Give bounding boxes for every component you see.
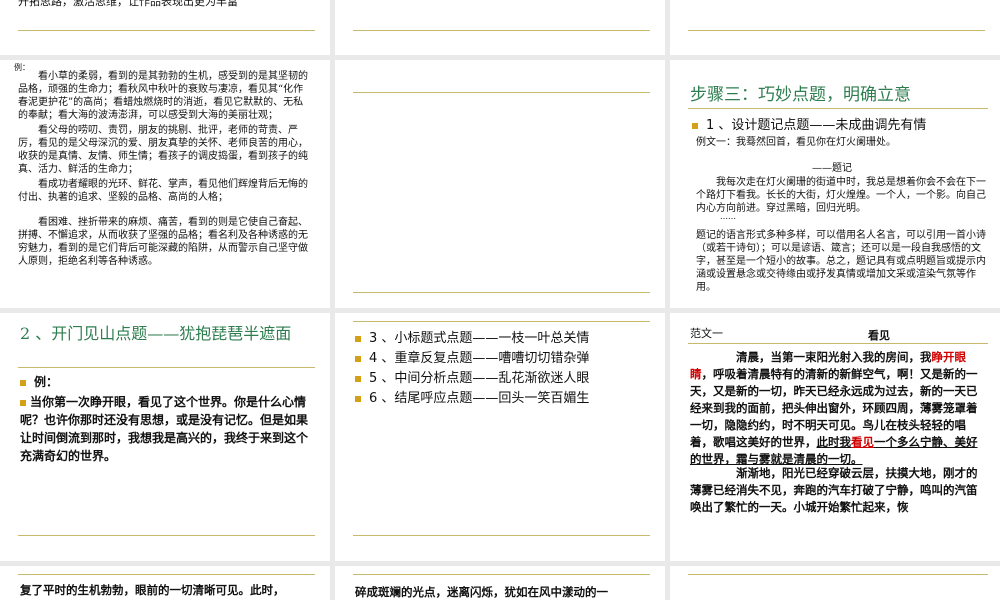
divider [353, 574, 650, 575]
slide-4-paragraph: 看小草的柔弱，看到的是其勃勃的生机，感受到的是其坚韧的品格，顽强的生命力；看秋风… [18, 71, 308, 121]
slide-thumbnail-4[interactable]: 例： 看小草的柔弱，看到的是其勃勃的生机，感受到的是其坚韧的品格，顽强的生命力；… [0, 60, 330, 308]
bullet-icon [20, 399, 26, 406]
divider [688, 574, 988, 575]
bullet-icon [355, 335, 361, 342]
bullet-icon [692, 122, 698, 129]
slide-6-tiji-label: ——题记 [812, 163, 852, 174]
slide-6-ellipsis: …… [720, 212, 736, 221]
slide-7-label: 例： [20, 373, 58, 390]
list-item-text: 5 、中间分析点题——乱花渐欲迷人眼 [369, 371, 590, 386]
list-item: 6 、结尾呼应点题——回头一笑百媚生 [355, 389, 589, 409]
text-run: 清晨，当第一束阳光射入我的房间，我 [736, 350, 932, 364]
divider [18, 367, 315, 368]
divider [688, 108, 988, 109]
list-item-text: 4 、重章反复点题——嘈嘈切切错杂弹 [369, 351, 590, 366]
bullet-icon [20, 379, 26, 386]
slide-thumbnail-12[interactable] [670, 566, 1000, 600]
divider [353, 292, 650, 293]
list-item: 5 、中间分析点题——乱花渐欲迷人眼 [355, 369, 589, 389]
slide-7-body: 当你第一次睁开眼，看见了这个世界。你是什么心情呢？也许你那时还没有思想，或是没有… [20, 393, 312, 465]
slide-6-bullet-text: 1 、设计题记点题——未成曲调先有情 [706, 118, 927, 133]
divider [353, 30, 650, 31]
slide-9-label: 范文一 [690, 327, 723, 340]
slide-thumbnail-5[interactable] [335, 60, 665, 308]
slide-1-text: 开拓思路，激活思维，让作品表现出更为丰富 [18, 0, 238, 8]
slide-4-paragraph: 看父母的唠叨、责罚，朋友的挑剔、批评，老师的苛责、严厉，看见的是父母深沉的爱、朋… [18, 125, 308, 175]
slide-11-text: 碎成斑斓的光点，迷离闪烁，犹如在风中漾动的一 [355, 585, 608, 599]
slide-thumbnail-2[interactable] [335, 0, 665, 55]
slide-10-text: 复了平时的生机勃勃，眼前的一切清晰可见。此时， [20, 583, 285, 597]
list-item: 4 、重章反复点题——嘈嘈切切错杂弹 [355, 349, 589, 369]
slide-9-title: 看见 [868, 329, 890, 342]
divider [18, 574, 315, 575]
list-item-text: 3 、小标题式点题——一枝一叶总关情 [369, 331, 590, 346]
slide-thumbnail-3[interactable] [670, 0, 1000, 55]
slide-7-title: 2 、开门见山点题——犹抱琵琶半遮面 [20, 324, 292, 343]
slide-4-body: 看小草的柔弱，看到的是其勃勃的生机，感受到的是其坚韧的品格，顽强的生命力；看秋风… [18, 70, 308, 268]
slide-thumbnail-11[interactable]: 碎成斑斓的光点，迷离闪烁，犹如在风中漾动的一 [335, 566, 665, 600]
bullet-icon [355, 395, 361, 402]
slide-7-text: 当你第一次睁开眼，看见了这个世界。你是什么心情呢？也许你那时还没有思想，或是没有… [20, 395, 309, 463]
divider [18, 30, 315, 31]
bullet-icon [355, 375, 361, 382]
highlight-text: 看见 [851, 435, 874, 449]
slide-thumbnail-9[interactable]: 范文一 看见 清晨，当第一束阳光射入我的房间，我睁开眼睛，呼吸着清晨特有的清新的… [670, 313, 1000, 561]
list-item: 3 、小标题式点题——一枝一叶总关情 [355, 329, 589, 349]
slide-4-paragraph: 看困难、挫折带来的麻烦、痛苦，看到的则是它使自己奋起、拼搏、不懈追求，从而收获了… [18, 217, 308, 267]
slide-6-title: 步骤三：巧妙点题，明确立意 [690, 85, 911, 105]
underlined-text: 此时我 [816, 435, 852, 449]
divider [353, 535, 650, 536]
slide-6-example: 例文一：我蓦然回首，看见你在灯火阑珊处。 [696, 137, 896, 148]
slide-thumbnail-grid: 开拓思路，激活思维，让作品表现出更为丰富 例： 看小草的柔弱，看到的是其勃勃的生… [0, 0, 1000, 600]
slide-6-bullet: 1 、设计题记点题——未成曲调先有情 [692, 114, 926, 133]
slide-9-paragraph-1: 清晨，当第一束阳光射入我的房间，我睁开眼睛，呼吸着清晨特有的清新的新鲜空气，啊！… [690, 349, 986, 468]
slide-4-paragraph: 看成功者耀眼的光环、鲜花、掌声，看见他们辉煌背后无悔的付出、执著的追求、坚毅的品… [18, 179, 308, 203]
slide-thumbnail-1[interactable]: 开拓思路，激活思维，让作品表现出更为丰富 [0, 0, 330, 55]
divider [688, 343, 988, 344]
slide-8-list: 3 、小标题式点题——一枝一叶总关情 4 、重章反复点题——嘈嘈切切错杂弹 5 … [355, 329, 589, 409]
slide-thumbnail-10[interactable]: 复了平时的生机勃勃，眼前的一切清晰可见。此时， [0, 566, 330, 600]
slide-6-note: 题记的语言形式多种多样，可以借用名人名言，可以引用一首小诗（或若干诗句）；可以是… [696, 230, 986, 293]
slide-thumbnail-8[interactable]: 3 、小标题式点题——一枝一叶总关情 4 、重章反复点题——嘈嘈切切错杂弹 5 … [335, 313, 665, 561]
divider [688, 30, 985, 31]
list-item-text: 6 、结尾呼应点题——回头一笑百媚生 [369, 391, 590, 406]
slide-9-paragraph-2: 渐渐地，阳光已经穿破云层，扶摸大地，刚才的薄雾已经消失不见，奔跑的汽车打破了宁静… [690, 466, 978, 514]
slide-6-tiji-text: 我每次走在灯火阑珊的街道中时，我总是想着你会不会在下一个路灯下看我。长长的大街，… [696, 177, 986, 214]
slide-thumbnail-6[interactable]: 步骤三：巧妙点题，明确立意 1 、设计题记点题——未成曲调先有情 例文一：我蓦然… [670, 60, 1000, 308]
bullet-icon [355, 355, 361, 362]
divider [18, 535, 315, 536]
divider [353, 321, 650, 322]
slide-thumbnail-7[interactable]: 2 、开门见山点题——犹抱琵琶半遮面 例： 当你第一次睁开眼，看见了这个世界。你… [0, 313, 330, 561]
slide-7-label-text: 例： [34, 375, 59, 389]
divider [353, 92, 650, 93]
